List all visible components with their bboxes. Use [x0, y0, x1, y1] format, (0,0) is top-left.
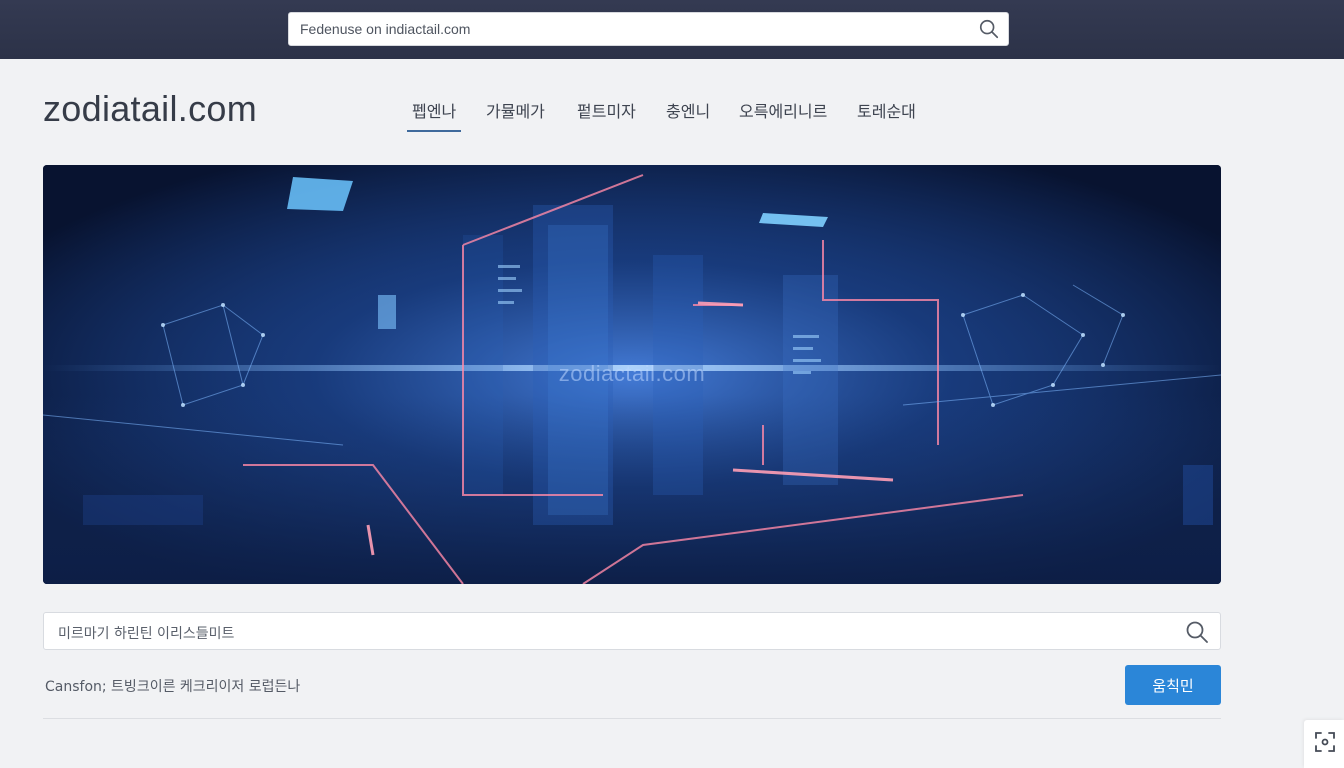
address-bar[interactable]: Fedenuse on indiactail.com: [288, 12, 1009, 46]
nav-item-3[interactable]: 펕트미자: [577, 98, 636, 122]
hero-watermark: zodiactail.com: [558, 361, 706, 386]
nav-item-4[interactable]: 충엔니: [666, 98, 710, 122]
search-placeholder: 미르마기 하린틴 이리스들미트: [58, 626, 235, 642]
nav-item-1[interactable]: 펩엔나: [407, 98, 462, 132]
nav-item-6[interactable]: 토레순대: [857, 98, 916, 122]
floating-widget[interactable]: [1304, 720, 1344, 768]
expand-icon: [1315, 732, 1335, 752]
status-caption: Cansfon; 트빙크이른 케크리이저 로럽든나: [45, 679, 301, 695]
address-text: Fedenuse on indiactail.com: [300, 21, 471, 37]
search-input[interactable]: 미르마기 하린틴 이리스들미트: [43, 612, 1221, 650]
divider: [43, 718, 1221, 719]
hero-banner: zodiactail.com: [43, 165, 1221, 584]
browser-toolbar: Fedenuse on indiactail.com: [0, 0, 1344, 59]
nav-item-5[interactable]: 오륵에리니르: [739, 98, 827, 122]
site-title[interactable]: zodiatail.com: [43, 88, 257, 130]
nav-item-2[interactable]: 가뮬메가: [486, 98, 545, 122]
confirm-button[interactable]: 움칙민: [1125, 665, 1221, 705]
search-icon[interactable]: [978, 18, 1000, 40]
search-icon[interactable]: [1185, 620, 1209, 644]
